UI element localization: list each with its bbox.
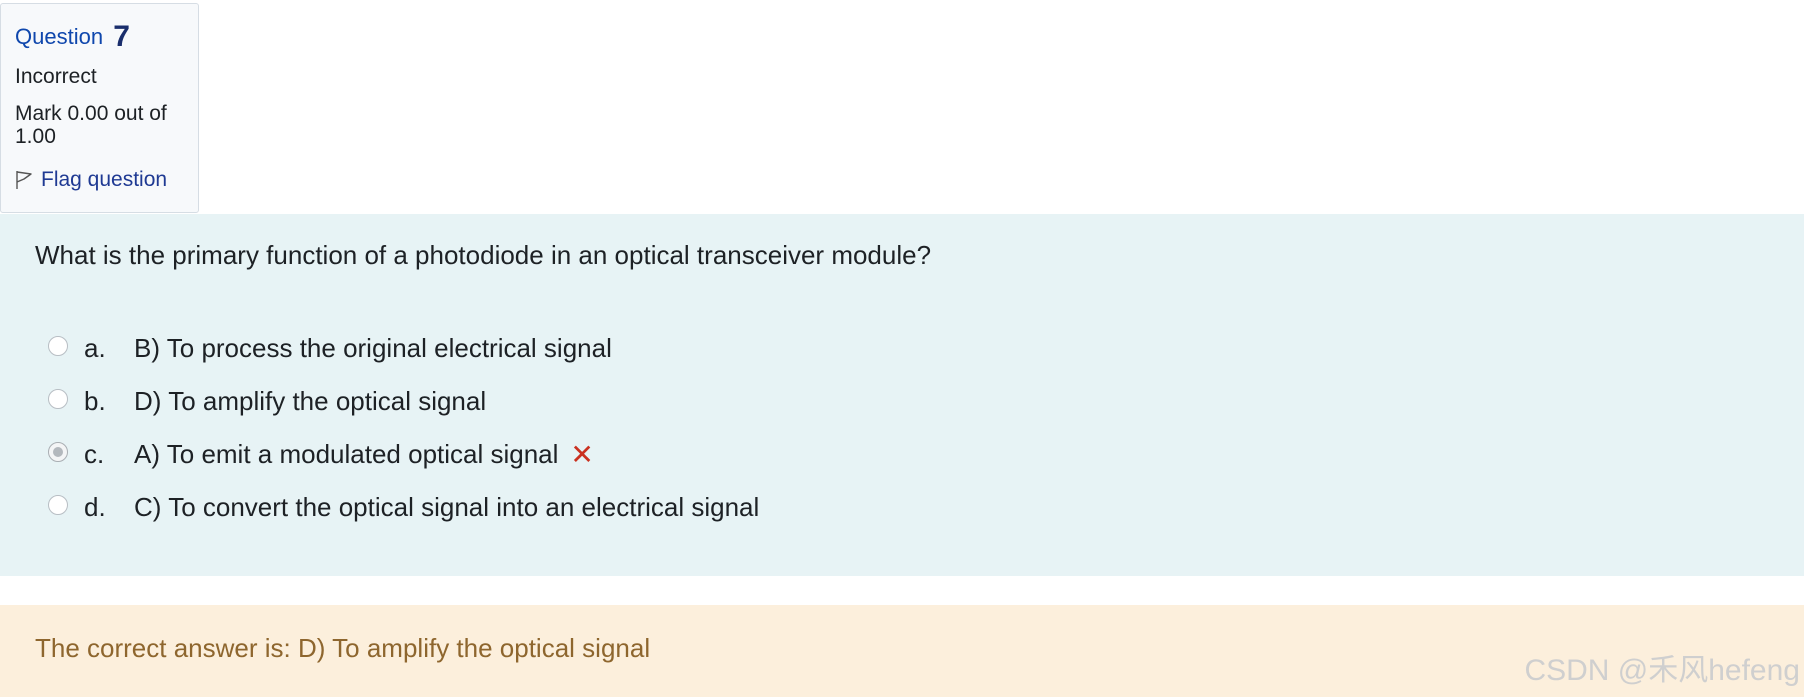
answer-text: C) To convert the optical signal into an… bbox=[134, 492, 760, 522]
answer-letter: a. bbox=[84, 333, 106, 363]
flag-icon bbox=[16, 171, 32, 189]
question-state: Incorrect bbox=[15, 65, 97, 88]
question-info-panel: Question 7 Incorrect Mark 0.00 out of 1.… bbox=[0, 3, 199, 213]
flag-question-label: Flag question bbox=[41, 168, 168, 191]
question-number: Question 7 bbox=[15, 22, 198, 52]
answer-letter: c. bbox=[84, 439, 105, 469]
question-text: What is the primary function of a photod… bbox=[35, 240, 932, 270]
answer-option-b[interactable]: b. D) To amplify the optical signal bbox=[48, 375, 759, 428]
quiz-review-page: Question 7 Incorrect Mark 0.00 out of 1.… bbox=[0, 0, 1804, 697]
answer-option-c[interactable]: c. A) To emit a modulated optical signal… bbox=[48, 428, 759, 481]
answer-text: D) To amplify the optical signal bbox=[134, 386, 487, 416]
answer-option-d[interactable]: d. C) To convert the optical signal into… bbox=[48, 481, 759, 534]
answer-radio-b[interactable] bbox=[48, 388, 68, 409]
answer-list: a. B) To process the original electrical… bbox=[48, 322, 759, 534]
answer-radio-c-selected[interactable] bbox=[48, 441, 68, 462]
answer-radio-d[interactable] bbox=[48, 494, 68, 515]
question-label: Question bbox=[15, 24, 104, 49]
question-grade: Mark 0.00 out of 1.00 bbox=[15, 102, 167, 148]
answer-text: A) To emit a modulated optical signal bbox=[134, 439, 559, 469]
feedback-panel: The correct answer is: D) To amplify the… bbox=[0, 605, 1804, 697]
answer-text: B) To process the original electrical si… bbox=[134, 333, 612, 363]
answer-radio-a[interactable] bbox=[48, 335, 68, 356]
right-answer-text: The correct answer is: D) To amplify the… bbox=[35, 633, 651, 663]
flag-question-link[interactable]: Flag question bbox=[15, 168, 198, 192]
answer-letter: b. bbox=[84, 386, 106, 416]
question-formulation: What is the primary function of a photod… bbox=[0, 214, 1804, 576]
question-number-value: 7 bbox=[113, 20, 130, 53]
answer-option-a[interactable]: a. B) To process the original electrical… bbox=[48, 322, 759, 375]
watermark-text: CSDN @禾风hefeng bbox=[1524, 654, 1800, 687]
answer-letter: d. bbox=[84, 492, 106, 522]
incorrect-x-icon: ✕ bbox=[570, 439, 594, 470]
